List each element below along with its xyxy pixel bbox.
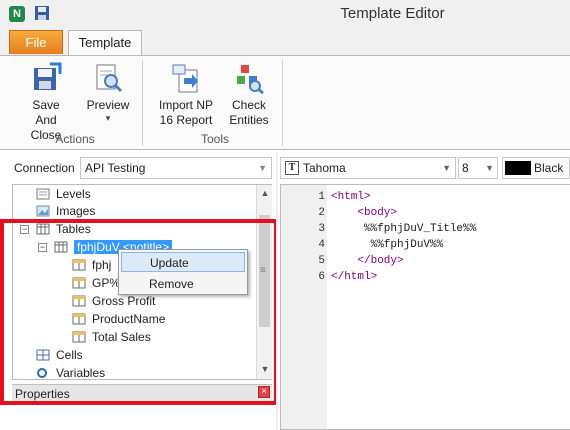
save-and-close-button[interactable]: Save And Close	[14, 62, 78, 143]
code-line[interactable]: <html>	[331, 189, 371, 205]
tab-file[interactable]: File	[9, 30, 63, 54]
ribbon: Save And Close Preview ▾ Import NP 16 Re…	[0, 55, 570, 150]
code-line[interactable]: </body>	[331, 253, 403, 269]
font-icon: T	[285, 161, 299, 175]
ribbon-separator	[282, 60, 283, 146]
check-entities-button[interactable]: Check Entities	[226, 62, 272, 128]
pane-divider[interactable]	[276, 152, 278, 430]
tab-template[interactable]: Template	[68, 30, 142, 56]
preview-button[interactable]: Preview ▾	[82, 62, 134, 123]
line-number: 5	[318, 255, 325, 267]
import-icon	[172, 64, 198, 93]
font-size-select[interactable]: 8 ▼	[458, 157, 498, 179]
connection-select[interactable]: API Testing ▼	[80, 157, 272, 179]
preview-label: Preview	[86, 98, 130, 112]
code-line[interactable]: </html>	[331, 269, 377, 285]
check-entities-icon	[237, 65, 264, 94]
line-number: 2	[318, 207, 325, 219]
window-title: Template Editor	[340, 5, 445, 22]
import-np-report-button[interactable]: Import NP 16 Report	[150, 62, 222, 128]
group-actions-label: Actions	[55, 132, 95, 146]
code-line[interactable]: %%fphjDuV_Title%%	[331, 221, 476, 237]
font-toolbar: T Tahoma ▼ 8 ▼ Black	[280, 157, 570, 179]
code-line[interactable]: %%fphjDuV%%	[331, 237, 444, 253]
tree-item-levels[interactable]: Levels	[36, 186, 91, 203]
code-editor[interactable]: 1 2 3 4 5 6 <html> <body> %%fphjDuV_Titl…	[280, 184, 570, 430]
line-number: 6	[318, 271, 325, 283]
image-icon	[36, 205, 50, 217]
font-color-select[interactable]: Black	[502, 157, 570, 179]
preview-dropdown-icon[interactable]: ▾	[82, 113, 134, 123]
line-number: 3	[318, 223, 325, 235]
highlight-annotation	[0, 219, 278, 405]
save-and-close-icon	[34, 62, 62, 90]
font-color-value: Black	[534, 161, 564, 175]
font-size-value: 8	[462, 161, 469, 175]
chevron-down-icon: ▼	[442, 163, 451, 173]
line-number: 1	[318, 191, 325, 203]
chevron-down-icon: ▼	[485, 163, 494, 173]
check-entities-label: Check Entities	[229, 98, 269, 127]
scroll-up-icon[interactable]: ▲	[257, 185, 273, 201]
chevron-down-icon: ▼	[258, 163, 267, 173]
tree-item-label: Levels	[56, 187, 91, 201]
preview-icon	[96, 64, 123, 93]
tree-item-images[interactable]: Images	[36, 203, 95, 220]
connection-label: Connection	[14, 161, 75, 175]
connection-value: API Testing	[85, 161, 146, 175]
code-line[interactable]: <body>	[331, 205, 397, 221]
color-swatch	[505, 161, 531, 175]
font-family-select[interactable]: T Tahoma ▼	[280, 157, 456, 179]
line-number: 4	[318, 239, 325, 251]
group-tools-label: Tools	[200, 132, 229, 146]
font-family-value: Tahoma	[303, 161, 346, 175]
import-np-label: Import NP 16 Report	[158, 98, 213, 127]
ribbon-separator	[142, 60, 143, 146]
tree-item-label: Images	[56, 204, 96, 218]
levels-icon	[36, 188, 50, 200]
